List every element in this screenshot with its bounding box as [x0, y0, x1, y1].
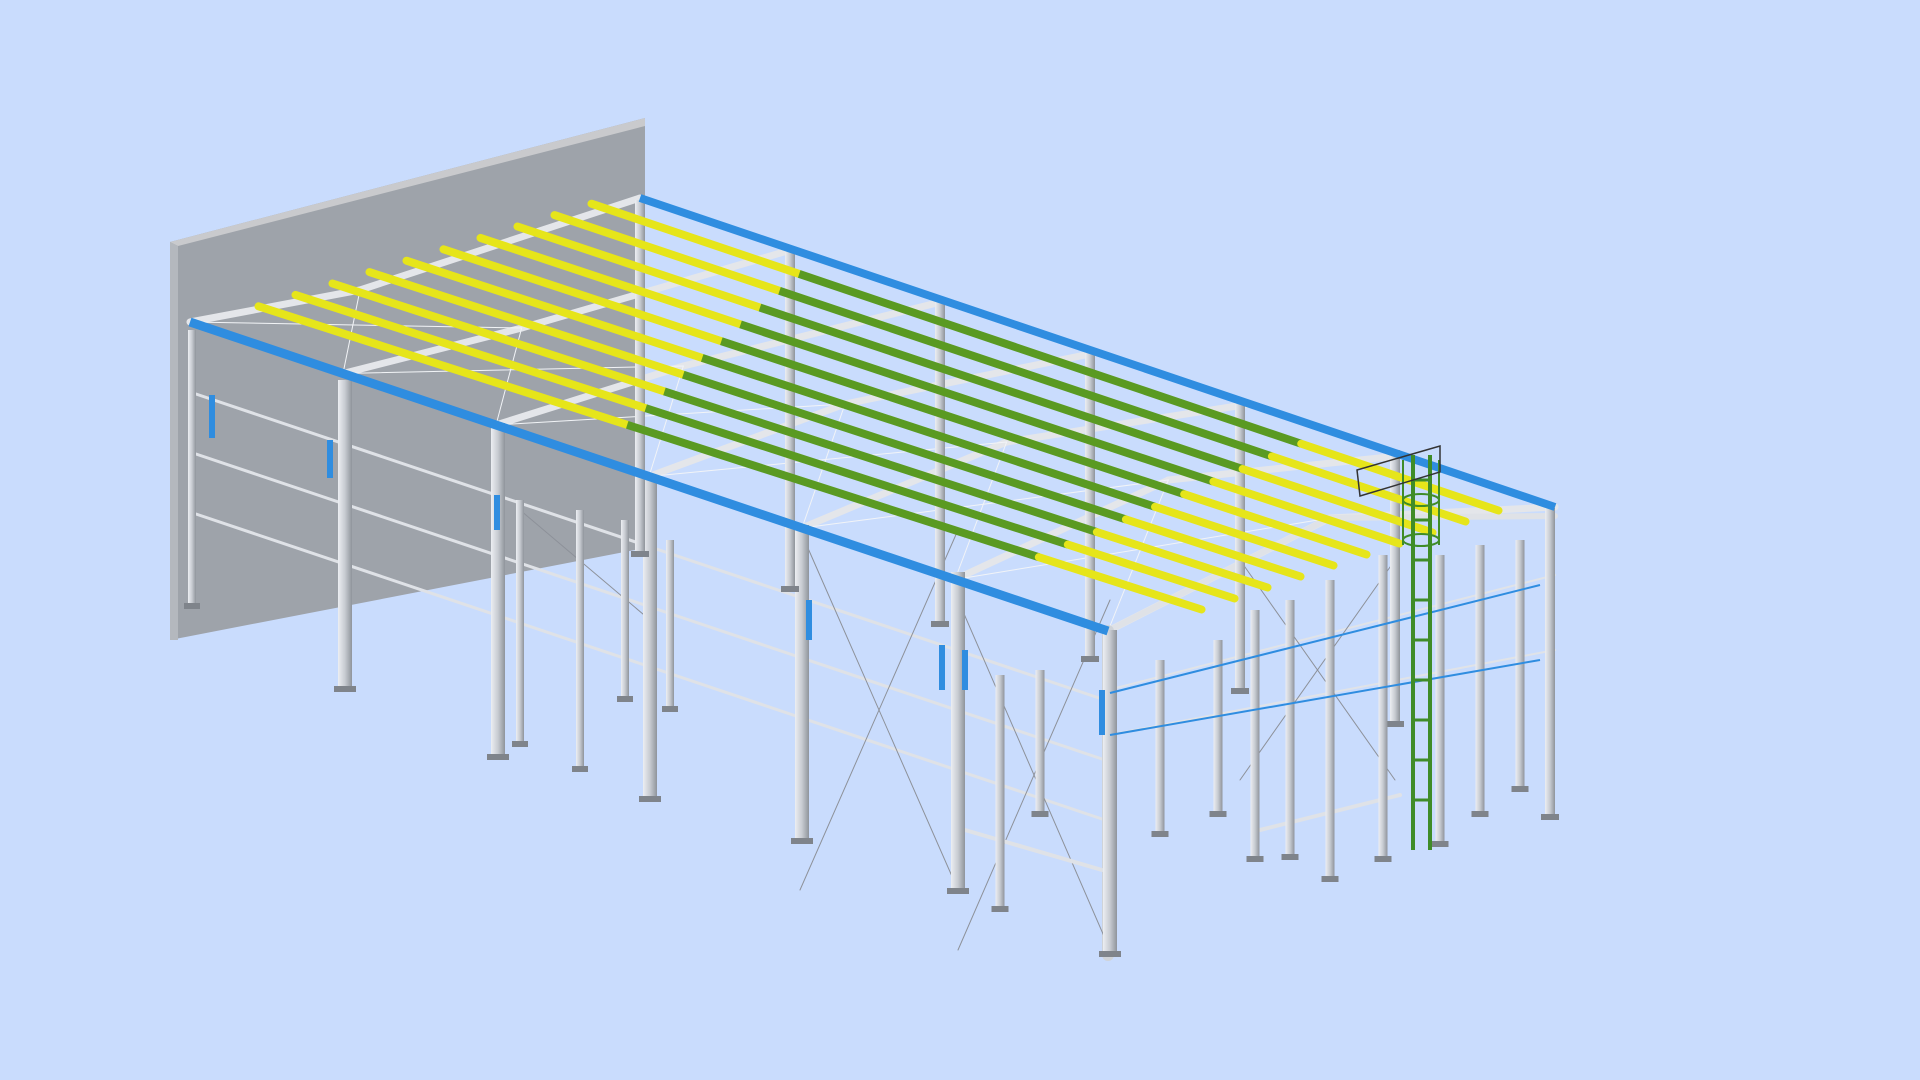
base-plate: [791, 838, 813, 844]
steel-column: [1475, 545, 1485, 815]
base-plate: [1321, 876, 1339, 882]
base-plate: [334, 686, 356, 692]
base-plate: [662, 706, 678, 712]
base-plate: [1386, 721, 1404, 727]
base-plate: [1246, 856, 1264, 862]
back-eave-beam: [638, 194, 1557, 511]
steel-column: [795, 525, 809, 842]
base-plate: [572, 766, 588, 772]
base-plate: [1231, 688, 1249, 694]
base-plate: [1099, 951, 1121, 957]
steel-column: [1103, 630, 1117, 955]
steel-column: [1250, 610, 1260, 860]
steel-column: [1285, 600, 1295, 858]
steel-column: [338, 380, 352, 690]
base-plate: [512, 741, 528, 747]
steel-column: [1155, 660, 1165, 835]
steel-column: [516, 500, 524, 745]
steel-column: [621, 520, 629, 700]
base-plate: [617, 696, 633, 702]
steel-column: [666, 540, 674, 710]
base-plate: [931, 621, 949, 627]
steel-column: [1378, 555, 1388, 860]
base-plate: [1374, 856, 1392, 862]
steel-column: [1325, 580, 1335, 880]
steel-frame-model: [170, 118, 1559, 961]
steel-column: [785, 250, 795, 590]
model-viewport[interactable]: [0, 0, 1920, 1080]
base-plate: [639, 796, 661, 802]
base-plate: [1471, 811, 1489, 817]
base-plate: [1081, 656, 1099, 662]
base-plate: [1209, 811, 1227, 817]
steel-column: [188, 330, 196, 607]
base-plate: [781, 586, 799, 592]
base-plate: [1511, 786, 1529, 792]
concrete-end-wall: [170, 118, 645, 640]
steel-column: [1035, 670, 1045, 815]
base-plate: [487, 754, 509, 760]
base-plate: [184, 603, 200, 609]
steel-column: [576, 510, 584, 770]
base-plate: [1031, 811, 1049, 817]
base-plate: [631, 551, 649, 557]
steel-column: [643, 480, 657, 800]
base-plate: [1431, 841, 1449, 847]
steel-column: [1545, 508, 1555, 818]
base-plate: [1281, 854, 1299, 860]
base-plate: [1151, 831, 1169, 837]
steel-column: [635, 200, 645, 555]
purlin-segment-green: [682, 370, 1128, 524]
steel-column: [491, 423, 505, 758]
base-plate: [991, 906, 1009, 912]
steel-column: [951, 572, 965, 892]
base-plate: [1541, 814, 1559, 820]
door-lintel: [963, 828, 1104, 872]
base-plate: [947, 888, 969, 894]
steel-column: [1435, 555, 1445, 845]
steel-column: [995, 675, 1005, 910]
